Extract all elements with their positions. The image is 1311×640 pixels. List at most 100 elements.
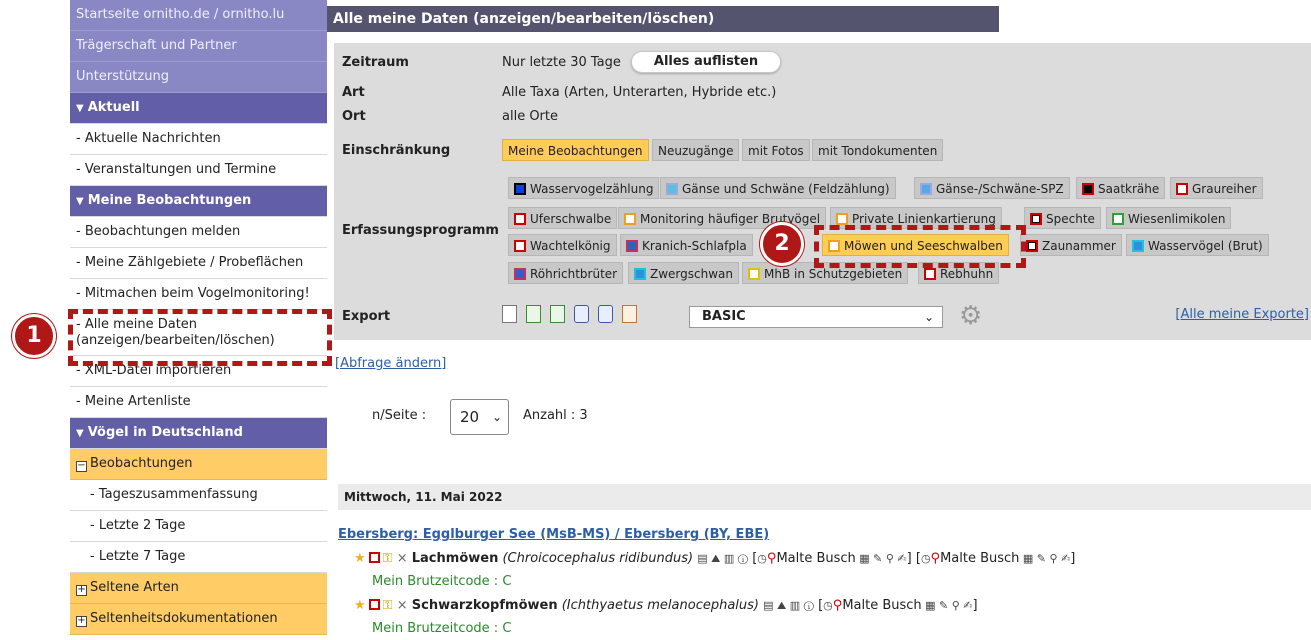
filter-mit-fotos[interactable]: mit Fotos [742,139,810,161]
brutzeitcode: Mein Brutzeitcode : C [372,621,512,636]
einschraenkung-label: Einschränkung [342,143,451,158]
gear-icon[interactable]: ⚙ [959,303,985,329]
export-shapefile-icon[interactable] [598,305,613,323]
export-excel-icon[interactable] [526,305,541,323]
zeitraum-value[interactable]: Nur letzte 30 Tage [502,55,621,70]
collapse-icon: − [76,460,87,472]
sidebar-item-startseite[interactable]: Startseite ornitho.de / ornitho.lu [70,0,327,31]
sidebar-item-artenliste[interactable]: - Meine Artenliste [70,387,327,418]
program-marker-icon [368,552,380,563]
per-page-label: n/Seite : [372,408,427,423]
program-gaense-feldzaehlung[interactable]: Gänse und Schwäne (Feldzählung) [660,177,896,199]
species-name[interactable]: Lachmöwen [412,551,499,566]
program-color-icon [1026,240,1038,252]
star-icon[interactable]: ★ [354,551,366,566]
program-color-icon [634,268,646,280]
location-link[interactable]: Ebersberg: Egglburger See (MsB-MS) / Ebe… [338,527,769,542]
art-value[interactable]: Alle Taxa (Arten, Unterarten, Hybride et… [502,85,776,100]
export-excel-xlsx-icon[interactable] [550,305,565,323]
program-color-icon [1082,183,1094,195]
export-kml-icon[interactable] [574,305,589,323]
sidebar-item-veranstaltungen[interactable]: - Veranstaltungen und Termine [70,155,327,186]
program-zaunammer[interactable]: Zaunammer [1020,234,1122,256]
clock-icon: ◷ [920,552,931,565]
sidebar-item-seltene-arten[interactable]: + Seltene Arten [70,573,327,604]
sidebar-item-letzte-7-tage[interactable]: - Letzte 7 Tage [70,542,327,573]
program-spechte[interactable]: Spechte [1024,207,1101,229]
program-wasservoegel-brut[interactable]: Wasservögel (Brut) [1126,234,1269,256]
program-color-icon [748,268,760,280]
species-name[interactable]: Schwarzkopfmöwen [412,598,558,613]
sidebar-item-melden[interactable]: - Beobachtungen melden [70,217,327,248]
observer-name: Malte Busch [940,551,1020,566]
species-scientific-name: (Ichthyaetus melanocephalus) [561,598,759,613]
program-color-icon [514,183,526,195]
key-icon[interactable]: ⚿ [383,598,393,613]
program-color-icon [1112,213,1124,225]
program-marker-icon [368,599,380,610]
program-color-icon [666,183,678,195]
sidebar-item-letzte-2-tage[interactable]: - Letzte 2 Tage [70,511,327,542]
callout-badge-1: 1 [12,314,56,358]
zeitraum-label: Zeitraum [342,55,409,70]
sidebar-item-tageszusammenfassung[interactable]: - Tageszusammenfassung [70,480,327,511]
action-icons[interactable]: ▦ ✎ ⚲ ✍ [922,599,972,612]
sidebar-item-zaehlgebiete[interactable]: - Meine Zählgebiete / Probeflächen [70,248,327,279]
program-gaense-spz[interactable]: Gänse-/Schwäne-SPZ [914,177,1070,199]
observation-row: ★ ⚿ × Schwarzkopfmöwen (Ichthyaetus melan… [354,598,978,613]
sidebar-section-voegel[interactable]: ▼ Vögel in Deutschland [70,418,327,449]
program-saatkraehe[interactable]: Saatkrähe [1076,177,1166,199]
program-zwergschwan[interactable]: Zwergschwan [628,262,739,284]
triangle-down-icon: ▼ [76,428,84,439]
sidebar-item-nachrichten[interactable]: - Aktuelle Nachrichten [70,124,327,155]
filter-neuzugaenge[interactable]: Neuzugänge [652,139,740,161]
program-color-icon [1176,183,1188,195]
detail-icons[interactable]: ▤ ⛰ ▥ ⓘ [697,552,748,565]
program-uferschwalbe[interactable]: Uferschwalbe [508,207,618,229]
close-icon[interactable]: × [397,598,408,613]
erfassungsprogramm-label: Erfassungsprogramm [342,223,499,238]
main-content: Alle meine Daten (anzeigen/bearbeiten/lö… [327,0,1311,640]
observation-row: ★ ⚿ × Lachmöwen (Chroicocephalus ridibund… [354,551,1076,566]
sidebar-item-beobachtungen[interactable]: − Beobachtungen [70,449,327,480]
program-wasservogelzaehlung[interactable]: Wasservogelzählung [508,177,660,199]
action-icons[interactable]: ▦ ✎ ⚲ ✍ [856,552,906,565]
map-pin-icon[interactable]: ⚲ [931,551,941,566]
action-icons[interactable]: ▦ ✎ ⚲ ✍ [1019,552,1070,565]
alles-auflisten-button[interactable]: Alles auflisten [631,51,781,73]
program-kranich-schlafplatz[interactable]: Kranich-Schlafpla [620,234,753,256]
sidebar-item-unterstuetzung[interactable]: Unterstützung [70,62,327,93]
program-color-icon [924,268,936,280]
ort-label: Ort [342,109,366,124]
alle-meine-exporte-link[interactable]: [Alle meine Exporte] [1175,307,1309,322]
export-txt-icon[interactable] [502,305,517,323]
filter-meine-beobachtungen[interactable]: Meine Beobachtungen [502,139,649,161]
per-page-select[interactable]: 20 ⌄ [450,399,509,435]
export-format-select[interactable]: BASIC ⌄ [689,306,943,328]
sidebar-section-meine-beobachtungen[interactable]: ▼ Meine Beobachtungen [70,186,327,217]
program-wiesenlimikolen[interactable]: Wiesenlimikolen [1106,207,1232,229]
expand-icon: + [76,584,87,596]
export-json-icon[interactable] [622,305,637,323]
key-icon[interactable]: ⚿ [383,551,393,566]
sidebar-item-seltenheitsdokumentationen[interactable]: + Seltenheitsdokumentationen [70,604,327,635]
program-wachtelkoenig[interactable]: Wachtelkönig [508,234,617,256]
clock-icon: ◷ [823,599,833,612]
abfrage-aendern-link[interactable]: [Abfrage ändern] [335,356,446,371]
observer-name: Malte Busch [842,598,922,613]
sidebar-item-traegerschaft[interactable]: Trägerschaft und Partner [70,31,327,62]
detail-icons[interactable]: ▤ ⛰ ▥ ⓘ [763,599,814,612]
map-pin-icon[interactable]: ⚲ [767,551,777,566]
filter-mit-tondokumenten[interactable]: mit Tondokumenten [812,139,944,161]
close-icon[interactable]: × [397,551,408,566]
program-graureiher[interactable]: Graureiher [1170,177,1263,199]
sidebar-section-aktuell[interactable]: ▼ Aktuell [70,93,327,124]
program-color-icon [836,213,848,225]
star-icon[interactable]: ★ [354,598,366,613]
program-color-icon [920,183,932,195]
brutzeitcode: Mein Brutzeitcode : C [372,574,512,589]
program-roehrichtbrueter[interactable]: Röhrichtbrüter [508,262,624,284]
ort-value[interactable]: alle Orte [502,109,558,124]
sidebar-item-vogelmonitoring[interactable]: - Mitmachen beim Vogelmonitoring! [70,279,327,310]
map-pin-icon[interactable]: ⚲ [833,598,843,613]
